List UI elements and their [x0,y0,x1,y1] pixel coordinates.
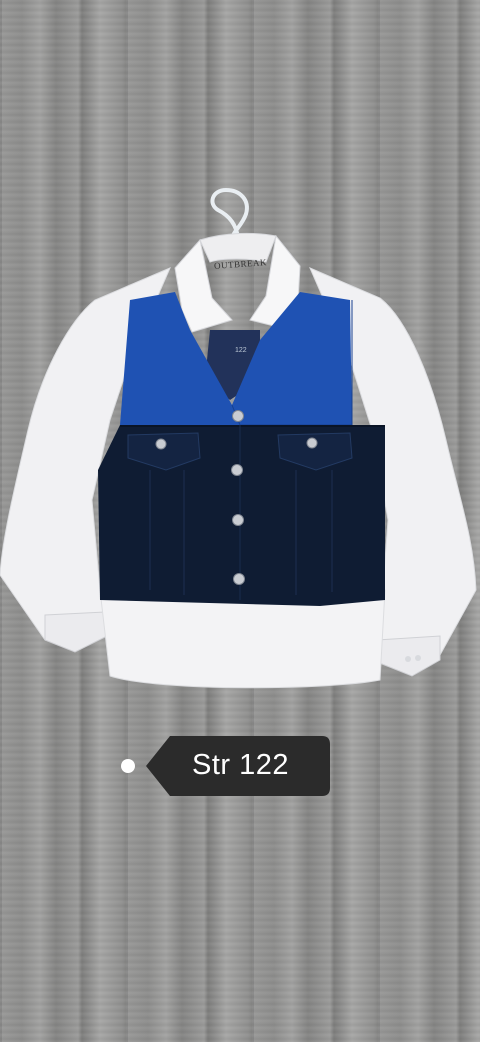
size-tag-label: Str 122 [192,749,289,781]
tag-pin-dot [121,759,135,773]
denim-vest [98,292,385,606]
inner-size-label: 122 [235,347,247,354]
size-tag: Str 122 [146,736,330,796]
hanger [210,187,249,242]
garment-photo [0,187,477,689]
